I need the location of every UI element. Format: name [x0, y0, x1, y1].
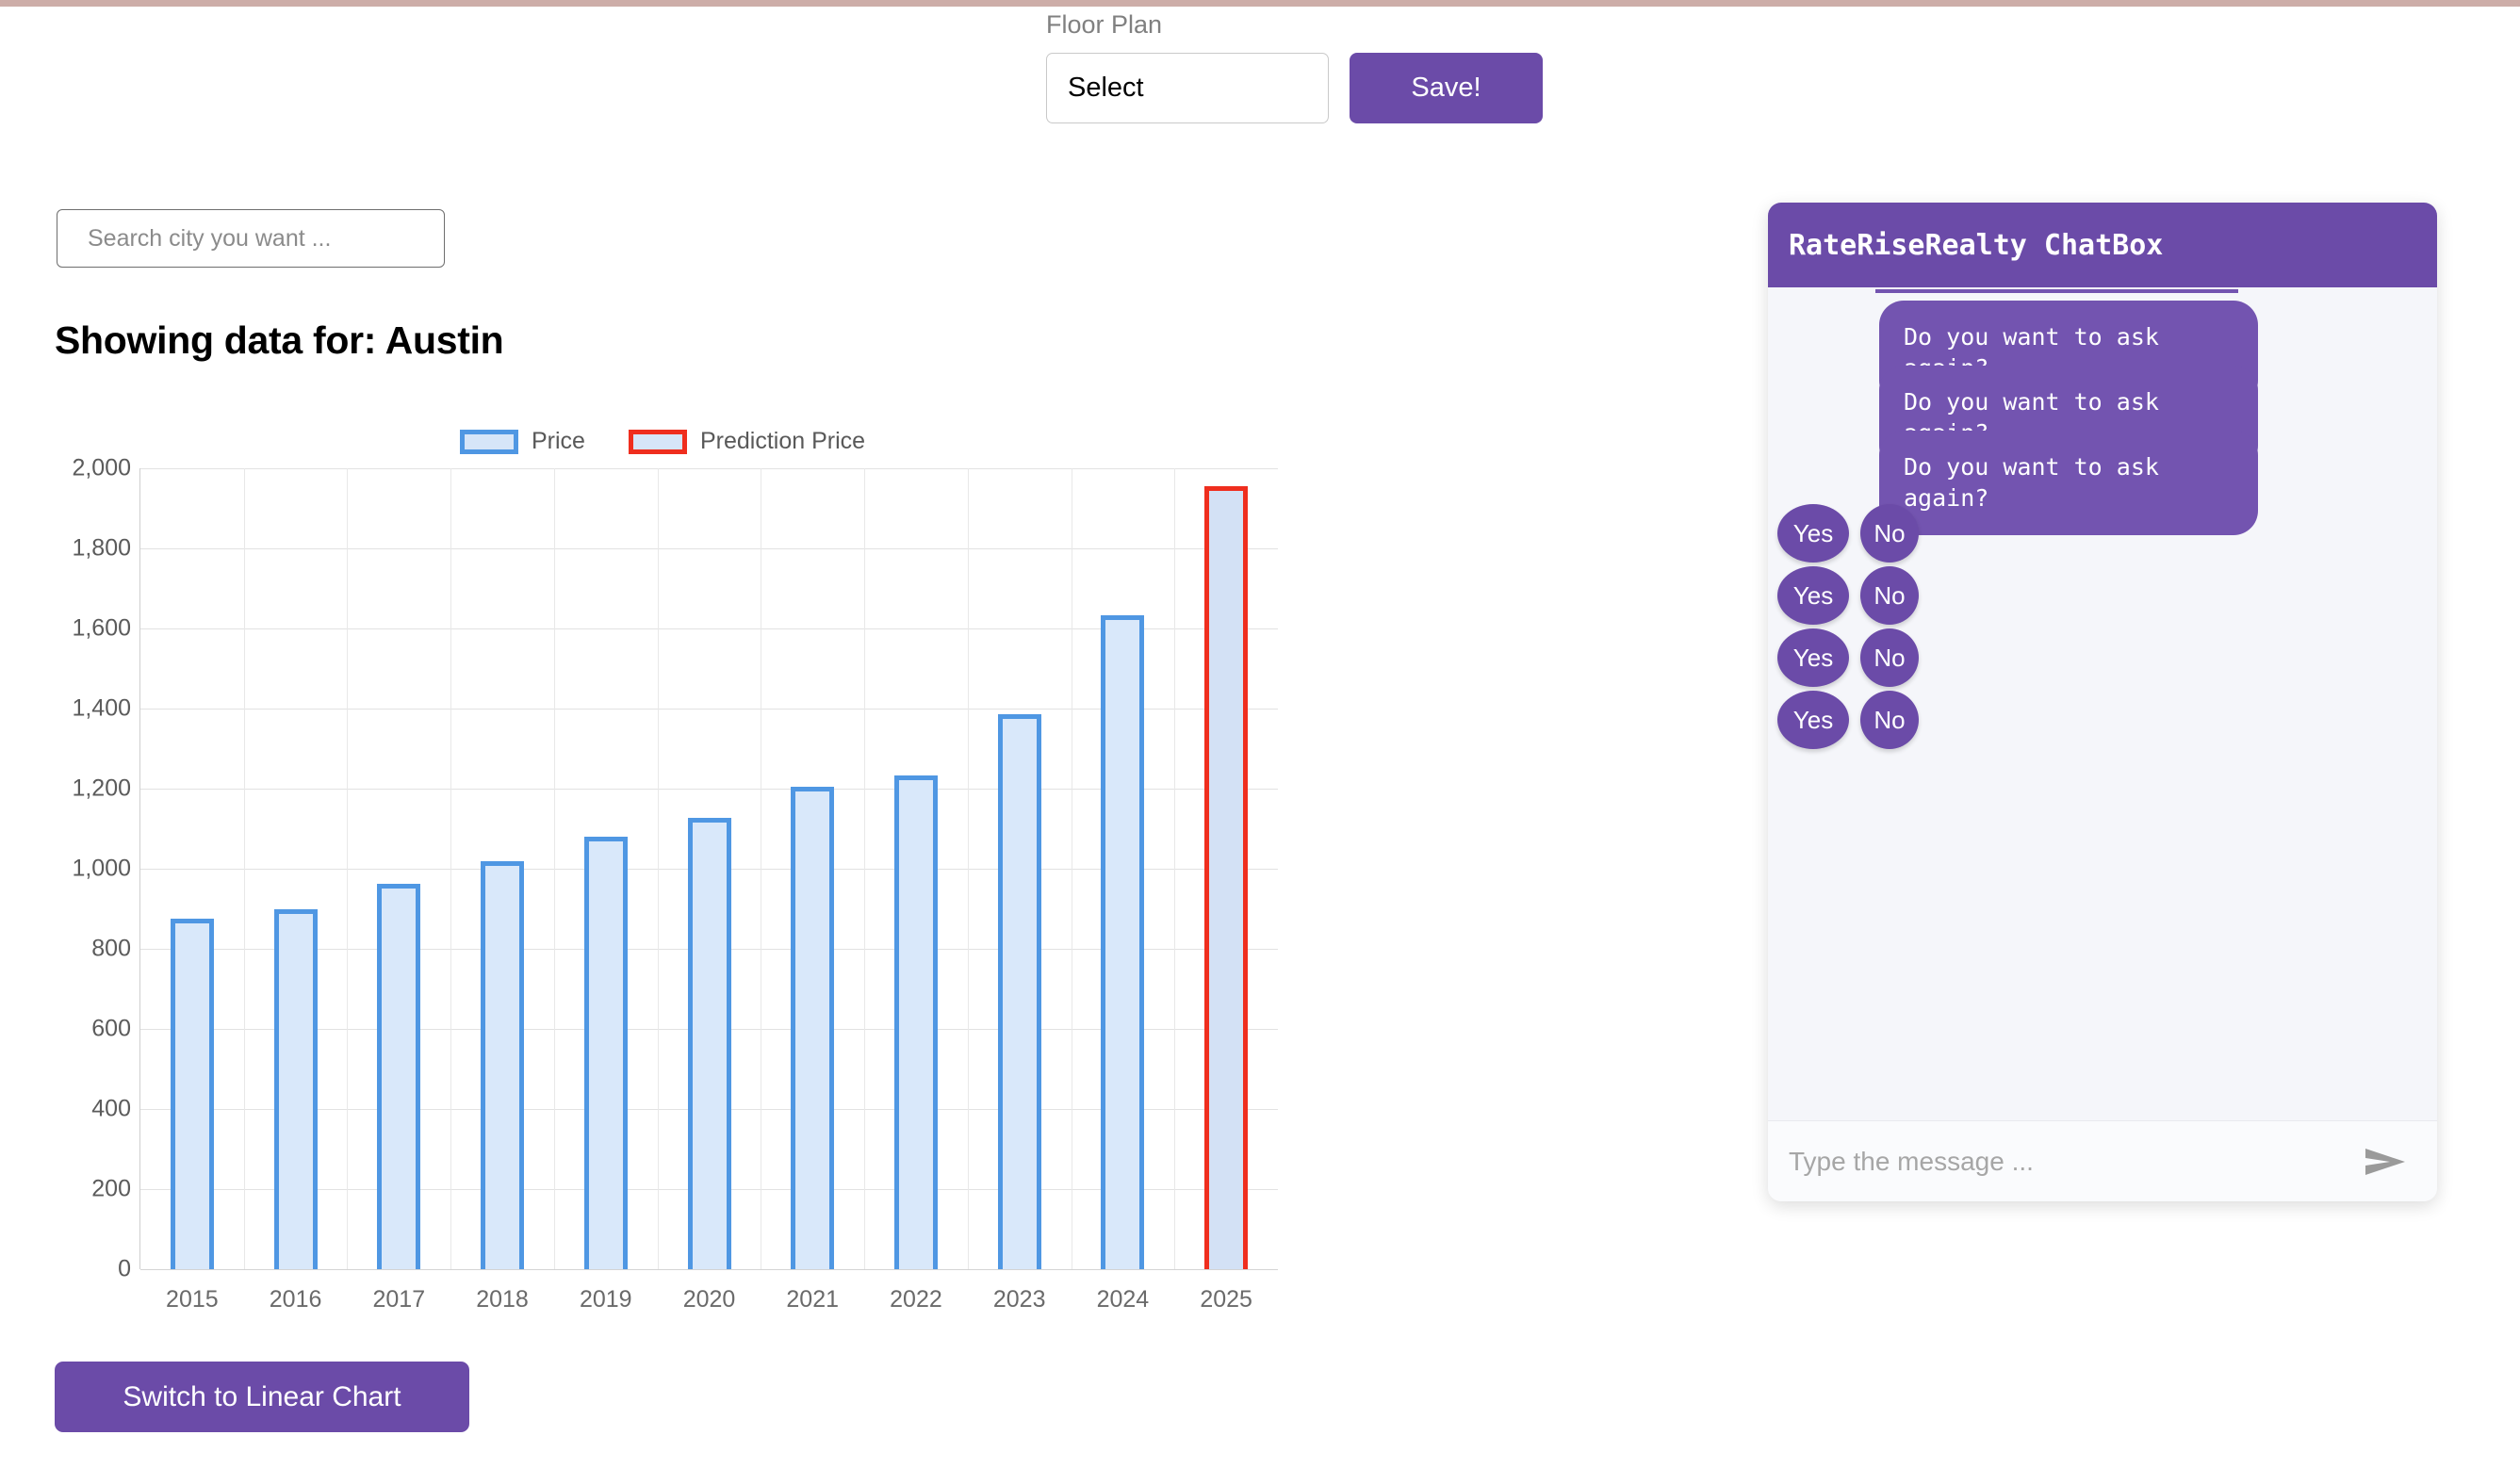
chat-choice-row: Yes No: [1777, 628, 1919, 687]
vertical-gridline: [243, 468, 245, 1269]
y-axis-tick-label: 1,400: [72, 694, 131, 722]
legend-item-prediction-price[interactable]: Prediction Price: [628, 428, 866, 455]
save-button[interactable]: Save!: [1350, 53, 1543, 124]
chat-choice-row: Yes No: [1777, 691, 1919, 749]
bar-price[interactable]: [687, 817, 731, 1269]
chat-bubble-bot: Do you want to ask again?: [1879, 431, 2258, 535]
y-axis-tick-label: 1,000: [72, 855, 131, 882]
search-input[interactable]: [57, 209, 445, 268]
clipped-message-sliver: [1875, 289, 2238, 293]
bar-price[interactable]: [1101, 615, 1145, 1269]
floor-plan-label: Floor Plan: [1046, 10, 1163, 39]
y-axis-tick-label: 1,800: [72, 534, 131, 562]
chat-input-bar: [1768, 1120, 2437, 1201]
chat-choice-row: Yes No: [1777, 566, 1919, 625]
gridline: [140, 548, 1278, 549]
vertical-gridline: [967, 468, 969, 1269]
chat-no-button[interactable]: No: [1860, 566, 1919, 625]
chat-message-list[interactable]: Do you want to ask again?Do you want to …: [1768, 287, 2437, 1120]
bar-price[interactable]: [893, 775, 938, 1269]
top-accent-bar: [0, 0, 2520, 7]
chat-yes-button[interactable]: Yes: [1777, 566, 1849, 625]
gridline: [140, 1269, 1278, 1270]
chat-yes-button[interactable]: Yes: [1777, 504, 1849, 563]
chart-plot-area: 2,000 1,800 1,600 1,400 1,200 1,000 800 600 400 2…: [72, 455, 1278, 1313]
vertical-gridline: [864, 468, 866, 1269]
x-axis-tick-label: 2022: [890, 1286, 942, 1313]
bar-price[interactable]: [377, 883, 421, 1269]
legend-label-price: Price: [532, 428, 585, 454]
floor-plan-controls: Select Save!: [1046, 53, 1564, 124]
legend-swatch-price-icon: [460, 429, 518, 454]
vertical-gridline: [347, 468, 349, 1269]
y-axis-tick-label: 0: [118, 1255, 131, 1282]
chatbox-title: RateRiseRealty ChatBox: [1768, 203, 2437, 287]
chat-no-button[interactable]: No: [1860, 691, 1919, 749]
chart-legend: Price Prediction Price: [460, 428, 865, 455]
y-axis-tick-label: 600: [91, 1015, 131, 1042]
y-axis-tick-label: 200: [91, 1175, 131, 1202]
legend-swatch-prediction-icon: [628, 429, 687, 454]
floor-plan-group: Floor Plan Select Save!: [1037, 9, 1564, 124]
vertical-gridline: [553, 468, 555, 1269]
page-title: Showing data for: Austin: [55, 318, 504, 362]
bar-price[interactable]: [170, 919, 214, 1269]
vertical-gridline: [657, 468, 659, 1269]
x-axis-tick-label: 2019: [579, 1286, 632, 1313]
price-bar-chart: Price Prediction Price 2,000 1,800 1,600 1,…: [55, 415, 1299, 1319]
bar-prediction-price[interactable]: [1204, 486, 1249, 1269]
y-axis-tick-label: 800: [91, 935, 131, 962]
vertical-gridline: [1174, 468, 1176, 1269]
bar-price[interactable]: [583, 837, 628, 1269]
y-axis-tick-label: 2,000: [72, 454, 131, 481]
chat-yes-button[interactable]: Yes: [1777, 628, 1849, 687]
x-axis-tick-label: 2024: [1096, 1286, 1150, 1313]
chat-yes-button[interactable]: Yes: [1777, 691, 1849, 749]
switch-chart-button[interactable]: Switch to Linear Chart: [55, 1362, 469, 1432]
send-icon[interactable]: [2364, 1143, 2409, 1181]
gridline: [140, 468, 1278, 469]
x-axis-tick-label: 2021: [786, 1286, 840, 1313]
floor-plan-select[interactable]: Select: [1046, 53, 1329, 124]
x-axis-tick-label: 2015: [166, 1286, 219, 1313]
bar-price[interactable]: [273, 908, 318, 1269]
x-axis-tick-label: 2020: [682, 1286, 736, 1313]
x-axis-tick-label: 2016: [269, 1286, 322, 1313]
vertical-gridline: [450, 468, 452, 1269]
y-axis-tick-label: 400: [91, 1095, 131, 1122]
bar-price[interactable]: [997, 714, 1041, 1269]
x-axis-tick-label: 2018: [476, 1286, 529, 1313]
chatbox-panel: RateRiseRealty ChatBox Do you want to as…: [1768, 203, 2437, 1201]
x-axis-tick-label: 2017: [372, 1286, 426, 1313]
x-axis-tick-label: 2023: [992, 1286, 1046, 1313]
bar-price[interactable]: [481, 860, 525, 1269]
y-axis-tick-label: 1,200: [72, 775, 131, 802]
chat-message-input[interactable]: [1787, 1145, 2364, 1178]
chat-no-button[interactable]: No: [1860, 628, 1919, 687]
y-axis-tick-label: 1,600: [72, 614, 131, 642]
chat-no-button[interactable]: No: [1860, 504, 1919, 563]
legend-label-prediction-price: Prediction Price: [699, 428, 866, 454]
bar-price[interactable]: [791, 786, 835, 1269]
legend-item-price[interactable]: Price: [460, 428, 585, 455]
x-axis-tick-label: 2025: [1200, 1286, 1252, 1313]
chat-choice-row: Yes No: [1777, 504, 1919, 563]
